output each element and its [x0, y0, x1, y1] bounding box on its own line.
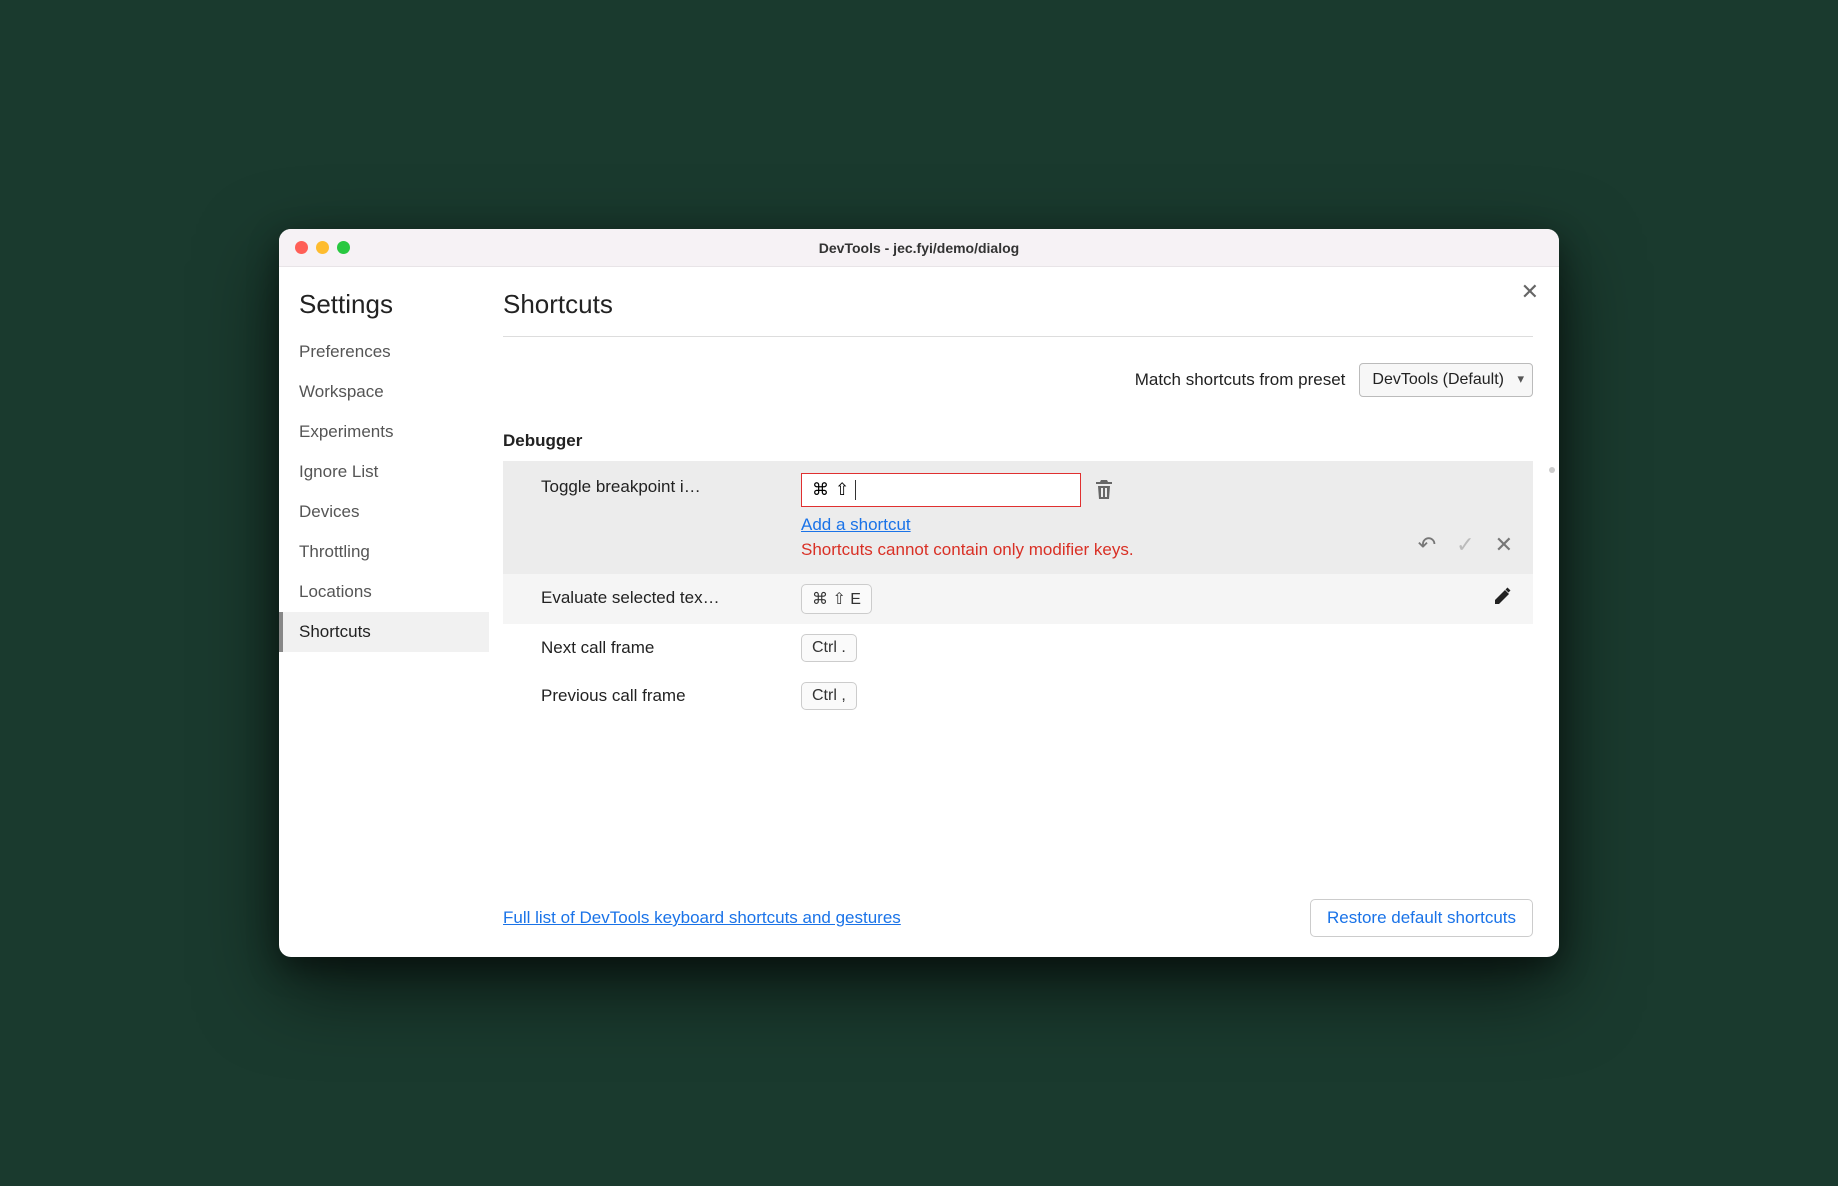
preset-value: DevTools (Default): [1372, 371, 1504, 388]
settings-heading: Settings: [279, 289, 489, 332]
page-title: Shortcuts: [503, 289, 1533, 337]
scroll-indicator: [1549, 467, 1555, 473]
key-cmd-icon: ⌘: [812, 480, 829, 500]
section-debugger: Debugger: [503, 417, 1533, 461]
shortcut-row-editing: Toggle breakpoint i… ⌘ ⇧ Add a shortcut: [503, 461, 1533, 574]
text-cursor: [855, 480, 856, 500]
sidebar-item-preferences[interactable]: Preferences: [279, 332, 489, 372]
maximize-window-button[interactable]: [337, 241, 350, 254]
shortcut-label: Toggle breakpoint i…: [541, 473, 801, 497]
sidebar-item-throttling[interactable]: Throttling: [279, 532, 489, 572]
sidebar-item-devices[interactable]: Devices: [279, 492, 489, 532]
key-badge: Ctrl .: [801, 634, 857, 662]
shortcut-row: Next call frame Ctrl .: [503, 624, 1533, 672]
sidebar-item-locations[interactable]: Locations: [279, 572, 489, 612]
shortcut-label: Previous call frame: [541, 682, 801, 706]
restore-defaults-button[interactable]: Restore default shortcuts: [1310, 899, 1533, 937]
content: ✕ Settings Preferences Workspace Experim…: [279, 267, 1559, 957]
sidebar-item-experiments[interactable]: Experiments: [279, 412, 489, 452]
cancel-icon[interactable]: ✕: [1495, 532, 1513, 558]
settings-sidebar: Settings Preferences Workspace Experimen…: [279, 267, 489, 957]
footer: Full list of DevTools keyboard shortcuts…: [503, 875, 1533, 937]
preset-label: Match shortcuts from preset: [1135, 370, 1346, 390]
key-badge: ⌘ ⇧ E: [801, 584, 872, 614]
main-panel: Shortcuts Match shortcuts from preset De…: [489, 267, 1559, 957]
shortcut-row: Evaluate selected tex… ⌘ ⇧ E: [503, 574, 1533, 624]
minimize-window-button[interactable]: [316, 241, 329, 254]
sidebar-item-workspace[interactable]: Workspace: [279, 372, 489, 412]
titlebar: DevTools - jec.fyi/demo/dialog: [279, 229, 1559, 267]
preset-row: Match shortcuts from preset DevTools (De…: [503, 337, 1533, 417]
shortcut-label: Next call frame: [541, 634, 801, 658]
trash-icon: [1095, 480, 1113, 500]
shortcut-row: Previous call frame Ctrl ,: [503, 672, 1533, 720]
devtools-window: DevTools - jec.fyi/demo/dialog ✕ Setting…: [279, 229, 1559, 957]
window-title: DevTools - jec.fyi/demo/dialog: [279, 240, 1559, 256]
undo-icon[interactable]: ↶: [1418, 532, 1436, 558]
full-shortcuts-link[interactable]: Full list of DevTools keyboard shortcuts…: [503, 908, 901, 928]
key-shift-icon: ⇧: [835, 480, 849, 500]
confirm-icon[interactable]: ✓: [1456, 532, 1474, 558]
edit-shortcut-button[interactable]: [1493, 584, 1513, 612]
row-actions: ↶ ✓ ✕: [1418, 532, 1513, 562]
preset-select[interactable]: DevTools (Default): [1359, 363, 1533, 397]
shortcut-input[interactable]: ⌘ ⇧: [801, 473, 1081, 507]
shortcut-error: Shortcuts cannot contain only modifier k…: [801, 539, 1181, 562]
delete-shortcut-button[interactable]: [1095, 480, 1113, 500]
pencil-icon: [1493, 586, 1513, 606]
key-badge: Ctrl ,: [801, 682, 857, 710]
traffic-lights: [279, 241, 350, 254]
close-window-button[interactable]: [295, 241, 308, 254]
add-shortcut-link[interactable]: Add a shortcut: [801, 515, 911, 535]
shortcut-editor: ⌘ ⇧ Add a shortcut Shortcuts cannot cont…: [801, 473, 1418, 562]
shortcut-label: Evaluate selected tex…: [541, 584, 801, 608]
sidebar-item-shortcuts[interactable]: Shortcuts: [279, 612, 489, 652]
sidebar-item-ignore-list[interactable]: Ignore List: [279, 452, 489, 492]
